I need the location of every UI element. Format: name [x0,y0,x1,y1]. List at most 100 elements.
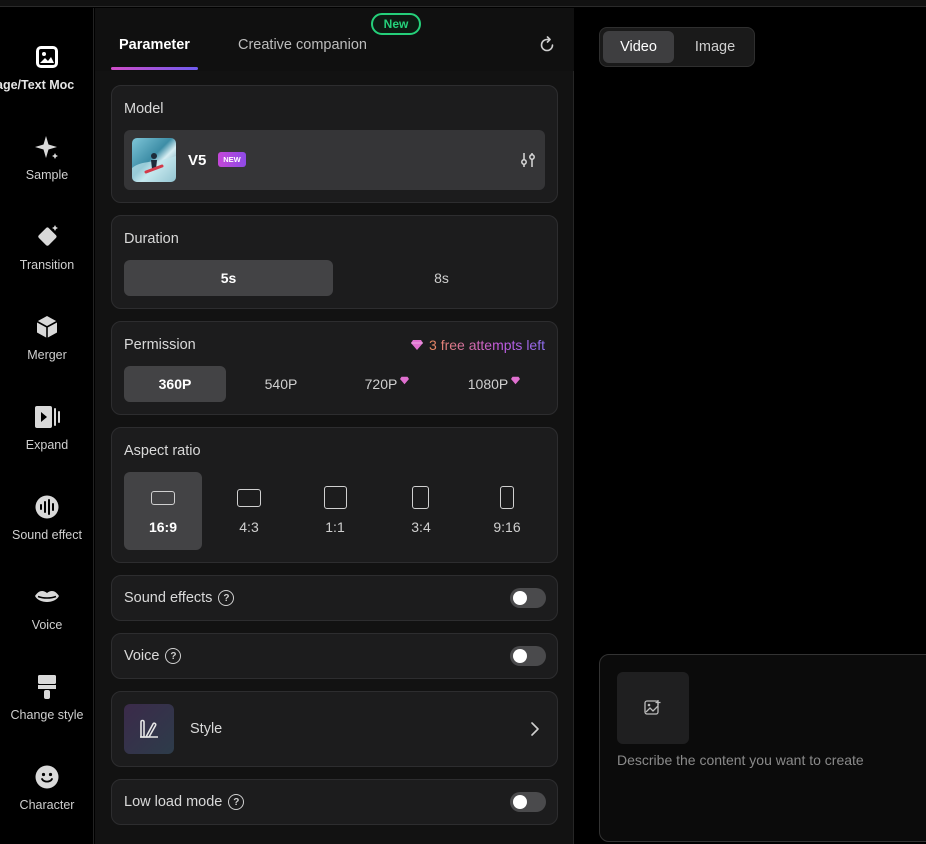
cube-icon [34,314,60,340]
new-badge: New [371,13,421,35]
sound-effects-card: Sound effects ? [111,575,558,621]
panel-tabs: Parameter Creative companion New [95,8,574,71]
upload-image-button[interactable] [617,672,689,744]
sound-effects-text: Sound effects [124,590,213,606]
resolution-option-1080p[interactable]: 1080P [442,366,546,402]
aspect-option-9-16[interactable]: 9:16 [468,472,546,550]
toggle-knob [513,591,527,605]
voice-text: Voice [124,648,160,664]
aspect-option-4-3[interactable]: 4:3 [210,472,288,550]
prompt-box [599,654,926,842]
help-icon[interactable]: ? [165,648,182,664]
aspect-label: 3:4 [411,519,431,535]
rail-item-label: age/Text Moc [0,78,75,92]
style-card[interactable]: Style [111,691,558,767]
refresh-icon[interactable] [538,36,556,54]
style-thumbnail [124,704,174,754]
resolution-label: 720P [364,376,398,392]
ratio-shape-icon [237,489,261,507]
rail-item-character[interactable]: Character [0,756,93,836]
free-attempts-text: 3 free attempts left [429,337,545,353]
prompt-input[interactable] [617,752,917,768]
rail-item-label: Change style [10,708,84,722]
aspect-ratio-title: Aspect ratio [124,443,201,459]
rail-item-image-text-mode[interactable]: age/Text Moc [0,36,93,116]
rail-item-label: Voice [31,618,63,632]
brush-style-icon [140,719,158,738]
tool-rail: age/Text Moc Sample Transition Merger Ex… [0,8,94,844]
low-load-toggle[interactable] [510,792,546,812]
lips-icon [34,584,60,610]
help-icon[interactable]: ? [218,590,235,606]
sliders-icon[interactable] [520,152,536,168]
toggle-video[interactable]: Video [603,31,674,63]
voice-card: Voice ? [111,633,558,679]
ratio-shape-icon [324,486,347,509]
resolution-option-720p[interactable]: 720P [336,366,438,402]
aspect-label: 4:3 [239,519,259,535]
soundwave-icon [34,494,60,520]
low-load-card: Low load mode ? [111,779,558,825]
duration-title: Duration [124,231,179,247]
output-type-toggle: Video Image [599,27,755,67]
chevron-right-icon [530,722,540,736]
settings-panel: Parameter Creative companion New Model V… [95,8,574,844]
smiley-icon [34,764,60,790]
sound-effects-toggle[interactable] [510,588,546,608]
paint-brush-icon [34,674,60,700]
help-icon[interactable]: ? [228,794,245,810]
ratio-shape-icon [412,486,429,509]
toggle-image[interactable]: Image [680,31,750,63]
rail-item-label: Sample [25,168,69,182]
add-image-icon [644,700,661,715]
model-title: Model [124,101,164,117]
rail-item-voice[interactable]: Voice [0,576,93,656]
resolution-option-540p[interactable]: 540P [230,366,332,402]
aspect-label: 9:16 [493,519,521,535]
rail-item-merger[interactable]: Merger [0,306,93,386]
voice-toggle[interactable] [510,646,546,666]
rail-item-label: Sound effect [12,528,82,542]
style-label: Style [190,721,223,737]
tab-creative-companion[interactable]: Creative companion [238,37,367,53]
ratio-shape-icon [500,486,514,509]
model-thumbnail [132,138,176,182]
duration-option-5s[interactable]: 5s [124,260,333,296]
rail-item-change-style[interactable]: Change style [0,666,93,746]
model-card: Model V5 NEW [111,85,558,203]
free-attempts: 3 free attempts left [411,337,545,353]
aspect-option-1-1[interactable]: 1:1 [296,472,374,550]
voice-label: Voice ? [124,648,182,664]
rail-item-label: Character [19,798,75,812]
permission-title: Permission [124,337,196,353]
resolution-option-360p[interactable]: 360P [124,366,226,402]
resolution-label: 540P [264,376,298,392]
ratio-shape-icon [151,491,175,505]
model-name: V5 [188,152,207,169]
gem-icon [411,340,424,350]
diamond-icon [34,224,60,250]
active-tab-indicator [111,67,198,70]
gem-icon [400,376,410,384]
tab-parameter[interactable]: Parameter [119,37,190,53]
aspect-label: 16:9 [148,519,178,535]
duration-option-8s[interactable]: 8s [337,260,546,296]
duration-card: Duration 5s 8s [111,215,558,309]
rail-item-transition[interactable]: Transition [0,216,93,296]
image-icon [34,44,60,70]
toggle-knob [513,649,527,663]
model-selector[interactable]: V5 NEW [124,130,545,190]
toggle-knob [513,795,527,809]
model-new-badge: NEW [218,152,246,167]
aspect-option-16-9[interactable]: 16:9 [124,472,202,550]
aspect-ratio-card: Aspect ratio 16:9 4:3 1:1 3:4 9:16 [111,427,558,563]
sound-effects-label: Sound effects ? [124,590,235,606]
aspect-option-3-4[interactable]: 3:4 [382,472,460,550]
rail-item-sound-effect[interactable]: Sound effect [0,486,93,566]
resolution-label: 1080P [467,376,509,392]
low-load-label: Low load mode ? [124,794,245,810]
sparkle-icon [34,134,60,160]
top-bar [0,0,926,7]
rail-item-expand[interactable]: Expand [0,396,93,476]
rail-item-sample[interactable]: Sample [0,126,93,206]
